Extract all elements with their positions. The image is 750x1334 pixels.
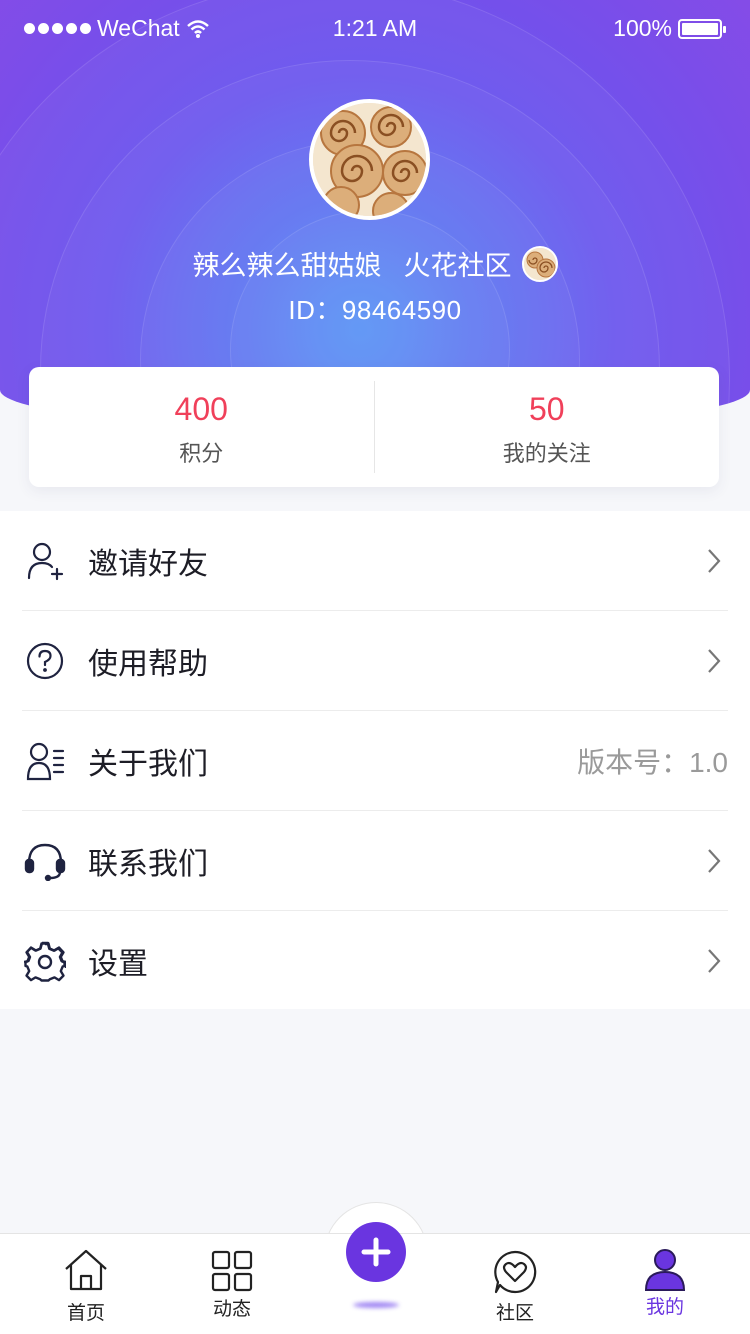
tab-label: 动态 — [212, 1299, 251, 1320]
tab-feed[interactable]: 动态 — [172, 1234, 292, 1334]
tab-label: 我的 — [645, 1297, 684, 1318]
about-icon — [22, 738, 68, 784]
plus-icon — [361, 1237, 391, 1267]
stat-value: 50 — [528, 391, 565, 427]
menu-item-contact[interactable]: 联系我们 — [0, 811, 750, 911]
tab-community[interactable]: 社区 — [455, 1234, 575, 1334]
menu-label: 联系我们 — [88, 848, 208, 881]
profile-name-row: 辣么辣么甜姑娘 火花社区 — [0, 244, 750, 283]
chevron-right-icon — [708, 549, 721, 573]
grid-icon — [211, 1250, 253, 1292]
headset-icon — [22, 838, 68, 884]
add-user-icon — [22, 538, 68, 584]
gear-icon — [22, 938, 68, 984]
cinnamon-roll-image — [523, 247, 556, 280]
tab-label: 社区 — [495, 1303, 534, 1324]
chevron-right-icon — [708, 849, 721, 873]
tab-home[interactable]: 首页 — [26, 1234, 146, 1334]
fab-shadow — [353, 1302, 399, 1308]
menu-item-about[interactable]: 关于我们 版本号：1.0 — [0, 711, 750, 811]
stat-label: 积分 — [179, 441, 224, 466]
battery-percent: 100% — [613, 15, 672, 41]
stat-label: 我的关注 — [502, 441, 591, 466]
cinnamon-roll-image — [313, 103, 426, 216]
menu-item-invite[interactable]: 邀请好友 — [0, 511, 750, 611]
community-heart-icon — [494, 1250, 537, 1294]
menu-item-settings[interactable]: 设置 — [0, 911, 750, 1011]
stat-points[interactable]: 400 积分 — [29, 367, 374, 487]
menu-item-help[interactable]: 使用帮助 — [0, 611, 750, 711]
stat-following[interactable]: 50 我的关注 — [375, 367, 720, 487]
tab-mine[interactable]: 我的 — [605, 1234, 725, 1334]
menu-label: 邀请好友 — [88, 548, 208, 581]
avatar[interactable] — [309, 99, 430, 220]
help-icon — [22, 638, 68, 684]
nickname: 辣么辣么甜姑娘 — [192, 251, 382, 281]
version-label: 版本号：1.0 — [577, 747, 728, 778]
stats-card: 400 积分 50 我的关注 — [29, 367, 719, 487]
menu-label: 设置 — [88, 948, 148, 981]
community-name: 火花社区 — [403, 251, 512, 281]
menu-label: 关于我们 — [88, 748, 208, 781]
user-id: ID：98464590 — [288, 295, 462, 325]
tab-label: 首页 — [66, 1303, 105, 1324]
user-icon — [644, 1249, 686, 1291]
settings-menu: 邀请好友 使用帮助 关于我们 版本号：1.0 联系我们 设置 — [0, 511, 750, 1009]
add-post-button[interactable] — [346, 1222, 406, 1282]
chevron-right-icon — [708, 649, 721, 673]
menu-label: 使用帮助 — [88, 648, 208, 681]
chevron-right-icon — [708, 949, 721, 973]
status-bar: WeChat 1:21 AM 100% — [0, 0, 750, 56]
battery-icon — [678, 18, 726, 39]
home-icon — [65, 1249, 107, 1291]
stat-value: 400 — [174, 391, 228, 427]
community-avatar — [521, 245, 558, 282]
battery-status: 100% — [613, 15, 726, 42]
